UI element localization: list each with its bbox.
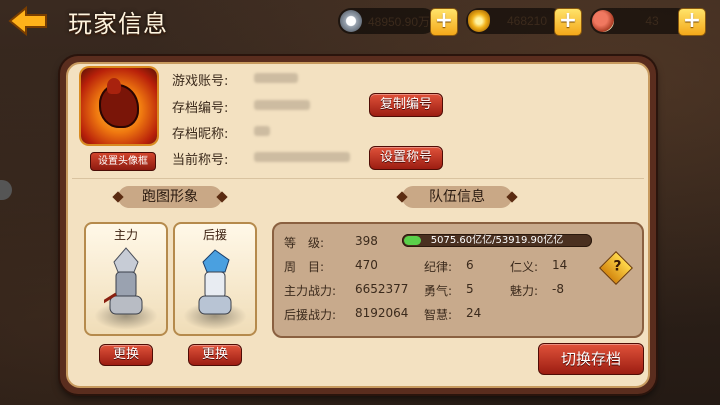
exchange-support-button[interactable]: 更换: [188, 344, 242, 366]
charm-label: 魅力:: [510, 284, 539, 298]
support-power-label: 后援战力:: [284, 308, 337, 322]
gold-display: 468210: [466, 8, 564, 34]
silver-coin-icon: [340, 10, 362, 32]
team-section-title: 队伍信息: [402, 186, 512, 208]
exchange-main-button[interactable]: 更换: [99, 344, 153, 366]
copy-id-button[interactable]: 复制编号: [369, 93, 443, 117]
meat-icon: [592, 10, 614, 32]
main-power-label: 主力战力:: [284, 284, 337, 298]
round-label: 周 目:: [284, 260, 325, 274]
back-arrow-icon[interactable]: [8, 6, 48, 36]
support-hero-card[interactable]: 后援: [173, 222, 257, 336]
courage-label: 勇气:: [424, 284, 453, 298]
divider: [72, 178, 644, 179]
add-silver-button[interactable]: +: [430, 8, 458, 36]
nickname-value-blurred: [254, 126, 270, 136]
benevolence-value: 14: [552, 258, 568, 272]
charm-value: -8: [552, 282, 564, 296]
appearance-section-title: 跑图形象: [118, 186, 222, 208]
blue-warrior-icon: [198, 249, 232, 315]
set-avatar-frame-button[interactable]: 设置头像框: [90, 152, 156, 171]
nickname-label: 存档昵称:: [172, 127, 229, 142]
exp-bar: 5075.60亿亿/53919.90亿亿: [402, 234, 592, 247]
support-power-value: 8192064: [355, 306, 409, 320]
exp-text: 5075.60亿亿/53919.90亿亿: [430, 235, 564, 246]
discipline-value: 6: [466, 258, 474, 272]
main-power-value: 6652377: [355, 282, 409, 296]
account-label: 游戏账号:: [172, 74, 229, 89]
wisdom-label: 智慧:: [424, 308, 453, 322]
level-value: 398: [355, 234, 378, 248]
page-title: 玩家信息: [68, 10, 168, 38]
save-id-value-blurred: [254, 100, 310, 110]
hero-role-label: 后援: [202, 228, 227, 242]
wisdom-value: 24: [466, 306, 482, 320]
add-gold-button[interactable]: +: [554, 8, 582, 36]
silver-display: 48950.90万: [338, 8, 436, 34]
benevolence-label: 仁义:: [510, 260, 539, 274]
player-avatar[interactable]: [81, 68, 157, 144]
set-title-button[interactable]: 设置称号: [369, 146, 443, 170]
title-value-blurred: [254, 152, 350, 162]
meat-display: 43: [590, 8, 690, 34]
switch-save-button[interactable]: 切换存档: [538, 343, 644, 375]
armored-general-icon: [104, 247, 143, 315]
horse-icon: [99, 78, 139, 128]
main-hero-card[interactable]: 主力: [84, 222, 168, 336]
hero-role-label: 主力: [113, 228, 138, 242]
title-label: 当前称号:: [172, 153, 229, 168]
save-id-label: 存档编号:: [172, 101, 229, 116]
courage-value: 5: [466, 282, 474, 296]
level-label: 等 级:: [284, 236, 325, 250]
account-value-blurred: [254, 73, 298, 83]
round-value: 470: [355, 258, 378, 272]
add-meat-button[interactable]: +: [678, 8, 706, 36]
discipline-label: 纪律:: [424, 260, 453, 274]
gold-ingot-icon: [468, 10, 490, 32]
